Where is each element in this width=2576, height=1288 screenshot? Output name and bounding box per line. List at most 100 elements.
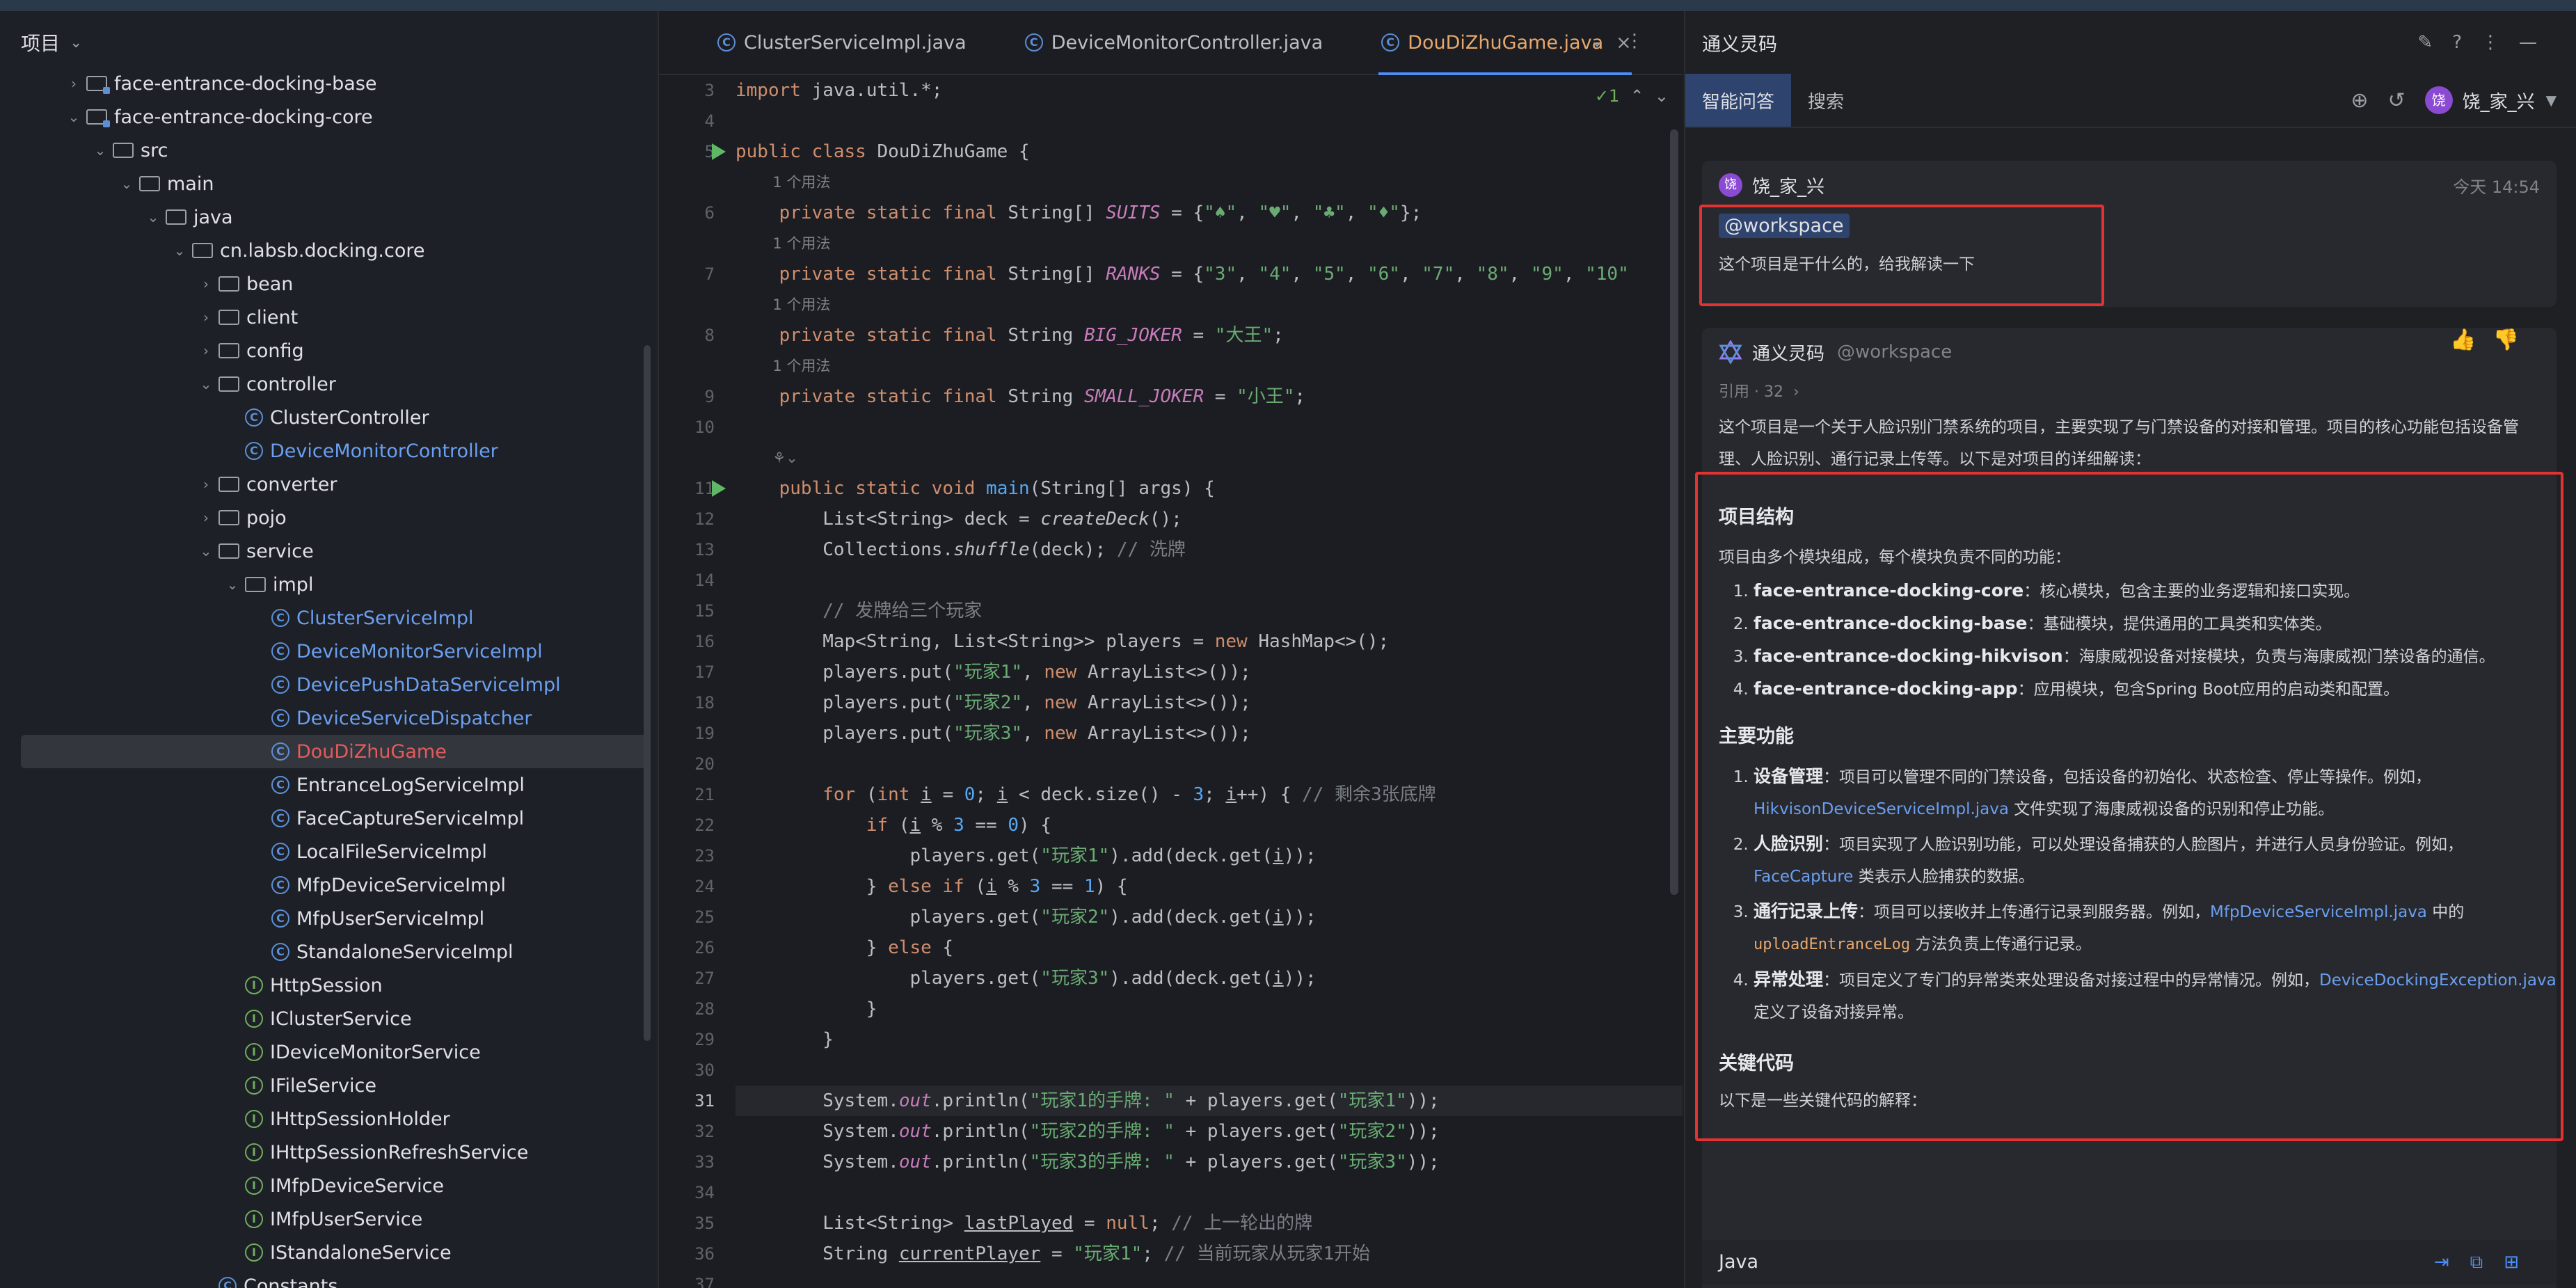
tree-item[interactable]: C StandaloneServiceImpl bbox=[0, 935, 658, 969]
tree-item[interactable]: › bean bbox=[0, 267, 658, 301]
minimize-icon[interactable]: — bbox=[2519, 32, 2557, 53]
thumbs-up-icon[interactable]: 👍 bbox=[2450, 328, 2492, 352]
message-time: 今天 14:54 bbox=[2453, 177, 2540, 197]
caret-down-icon[interactable]: ▼ bbox=[2546, 92, 2557, 109]
tree-item[interactable]: C ClusterServiceImpl bbox=[0, 601, 658, 635]
code-text: private static final String[] SUITS = {"… bbox=[779, 202, 1422, 223]
code-text: public static void main(String[] args) { bbox=[779, 478, 1215, 499]
chevron-right-icon[interactable]: › bbox=[1793, 383, 1799, 401]
tree-item-label: ClusterController bbox=[270, 406, 429, 429]
tree-item[interactable]: ⌄ face-entrance-docking-core bbox=[0, 100, 658, 134]
tree-item[interactable]: C Constants bbox=[0, 1269, 658, 1288]
tree-item[interactable]: I HttpSession bbox=[0, 969, 658, 1002]
history-icon[interactable]: ↺ bbox=[2387, 88, 2405, 113]
tree-item[interactable]: C DeviceMonitorServiceImpl bbox=[0, 635, 658, 668]
usage-hint[interactable]: 1 个用法 bbox=[736, 228, 1683, 259]
tree-item[interactable]: I IClusterService bbox=[0, 1002, 658, 1035]
chevron-down-icon[interactable]: ⌄ bbox=[70, 34, 82, 51]
run-icon[interactable] bbox=[712, 480, 726, 497]
add-icon[interactable]: ⊕ bbox=[2351, 88, 2368, 113]
tree-item-label: converter bbox=[246, 473, 337, 495]
tree-item[interactable]: ⌄ impl bbox=[0, 568, 658, 601]
class-icon: C bbox=[271, 609, 289, 627]
chevron-right-icon[interactable]: › bbox=[64, 75, 84, 92]
code-line: 5 public class DouDiZhuGame { bbox=[705, 136, 1683, 167]
tab-tools[interactable]: ⌄⋮ bbox=[1589, 31, 1664, 51]
chevron-right-icon[interactable]: › bbox=[196, 342, 216, 359]
tree-item[interactable]: C DeviceServiceDispatcher bbox=[0, 701, 658, 735]
editor-scrollbar[interactable] bbox=[1670, 129, 1678, 895]
tree-item[interactable]: › client bbox=[0, 301, 658, 334]
tree-item[interactable]: I IHttpSessionRefreshService bbox=[0, 1136, 658, 1169]
chevron-right-icon[interactable]: › bbox=[196, 276, 216, 292]
chevron-down-icon[interactable]: ⌄ bbox=[1589, 31, 1625, 51]
tree-item[interactable]: I IFileService bbox=[0, 1069, 658, 1102]
chevron-down-icon[interactable]: ⌄ bbox=[196, 376, 216, 392]
chevron-right-icon[interactable]: › bbox=[196, 309, 216, 326]
usage-hint[interactable]: 1 个用法 bbox=[736, 351, 1683, 381]
code-line: 24 } else if (i % 3 == 1) { bbox=[694, 871, 1683, 902]
chevron-right-icon[interactable]: › bbox=[196, 509, 216, 526]
usage-hint[interactable]: 1 个用法 bbox=[736, 167, 1683, 198]
chevron-down-icon[interactable]: ⌄ bbox=[170, 242, 189, 259]
tree-item[interactable]: › face-entrance-docking-base bbox=[0, 67, 658, 100]
run-icon[interactable] bbox=[712, 143, 726, 160]
tree-item[interactable]: I IMfpUserService bbox=[0, 1202, 658, 1236]
edit-icon[interactable]: ✎ bbox=[2417, 32, 2452, 53]
chevron-down-icon[interactable]: ⌄ bbox=[117, 175, 136, 192]
tree-item[interactable]: C DouDiZhuGame bbox=[21, 735, 648, 768]
tree-item[interactable]: C EntranceLogServiceImpl bbox=[0, 768, 658, 802]
editor-tab[interactable]: C DeviceMonitorController.java bbox=[1022, 11, 1323, 74]
code-line: 28 } bbox=[694, 994, 1683, 1024]
tree-item[interactable]: C LocalFileServiceImpl bbox=[0, 835, 658, 868]
project-scrollbar[interactable] bbox=[644, 345, 651, 1041]
chevron-down-icon[interactable]: ⌄ bbox=[223, 576, 242, 593]
line-number: 14 bbox=[694, 571, 715, 590]
user-menu[interactable]: ⊕ ↺ 饶 饶_家_兴 ▼ bbox=[2351, 86, 2557, 114]
usage-hint[interactable]: ⚘⌄ bbox=[736, 443, 1683, 473]
ai-assistant-panel: 通义灵码 ✎?⋮— 智能问答 搜索 ⊕ ↺ 饶 饶_家_兴 ▼ 饶 饶_家_兴 … bbox=[1684, 11, 2576, 1288]
tree-item[interactable]: ⌄ service bbox=[0, 534, 658, 568]
tree-item[interactable]: C DeviceMonitorController bbox=[0, 434, 658, 468]
copy-icon[interactable]: ⧉ bbox=[2470, 1252, 2504, 1273]
tree-item[interactable]: C ClusterController bbox=[0, 401, 658, 434]
chevron-down-icon[interactable]: ⌄ bbox=[90, 142, 110, 159]
tree-item[interactable]: C FaceCaptureServiceImpl bbox=[0, 802, 658, 835]
editor-tab[interactable]: C ClusterServiceImpl.java bbox=[715, 11, 967, 74]
insert-icon[interactable]: ⇥ bbox=[2434, 1252, 2470, 1273]
chevron-down-icon[interactable]: ⌄ bbox=[196, 543, 216, 559]
chevron-down-icon[interactable]: ⌄ bbox=[143, 209, 163, 225]
tree-item[interactable]: I IMfpDeviceService bbox=[0, 1169, 658, 1202]
folder-icon bbox=[218, 343, 239, 358]
code-text: private static final String SMALL_JOKER … bbox=[779, 386, 1306, 407]
tree-item[interactable]: ⌄ cn.labsb.docking.core bbox=[0, 234, 658, 267]
help-icon[interactable]: ? bbox=[2452, 32, 2481, 53]
tree-item[interactable]: I IHttpSessionHolder bbox=[0, 1102, 658, 1136]
tree-item[interactable]: › pojo bbox=[0, 501, 658, 534]
tree-item[interactable]: › config bbox=[0, 334, 658, 367]
tree-item[interactable]: I IDeviceMonitorService bbox=[0, 1035, 658, 1069]
tree-item[interactable]: › converter bbox=[0, 468, 658, 501]
tab-search[interactable]: 搜索 bbox=[1791, 74, 1861, 127]
line-number: 20 bbox=[694, 754, 715, 774]
usage-hint[interactable]: 1 个用法 bbox=[736, 289, 1683, 320]
chevron-down-icon[interactable]: ⌄ bbox=[64, 109, 84, 125]
tab-chat[interactable]: 智能问答 bbox=[1685, 74, 1792, 127]
more-icon[interactable]: ⋮ bbox=[1625, 31, 1664, 51]
tree-item[interactable]: I IStandaloneService bbox=[0, 1236, 658, 1269]
tree-item[interactable]: ⌄ controller bbox=[0, 367, 658, 401]
tree-item[interactable]: C DevicePushDataServiceImpl bbox=[0, 668, 658, 701]
interface-icon: I bbox=[245, 1210, 263, 1228]
code-area[interactable]: 3 import java.util.*; 4 5 public class DouDi… bbox=[694, 75, 1683, 1288]
new-file-icon[interactable]: ⊞ bbox=[2504, 1252, 2540, 1273]
more-icon[interactable]: ⋮ bbox=[2481, 32, 2519, 53]
tree-item[interactable]: C MfpDeviceServiceImpl bbox=[0, 868, 658, 902]
tree-item[interactable]: C MfpUserServiceImpl bbox=[0, 902, 658, 935]
references-toggle[interactable]: 引用 · 32 › bbox=[1702, 379, 2557, 401]
tree-item[interactable]: ⌄ java bbox=[0, 200, 658, 234]
tree-item[interactable]: ⌄ src bbox=[0, 134, 658, 167]
chevron-right-icon[interactable]: › bbox=[196, 476, 216, 493]
thumbs-down-icon[interactable]: 👎 bbox=[2493, 328, 2536, 352]
tree-item[interactable]: ⌄ main bbox=[0, 167, 658, 200]
project-panel-header[interactable]: 项目 ⌄ bbox=[0, 11, 658, 74]
